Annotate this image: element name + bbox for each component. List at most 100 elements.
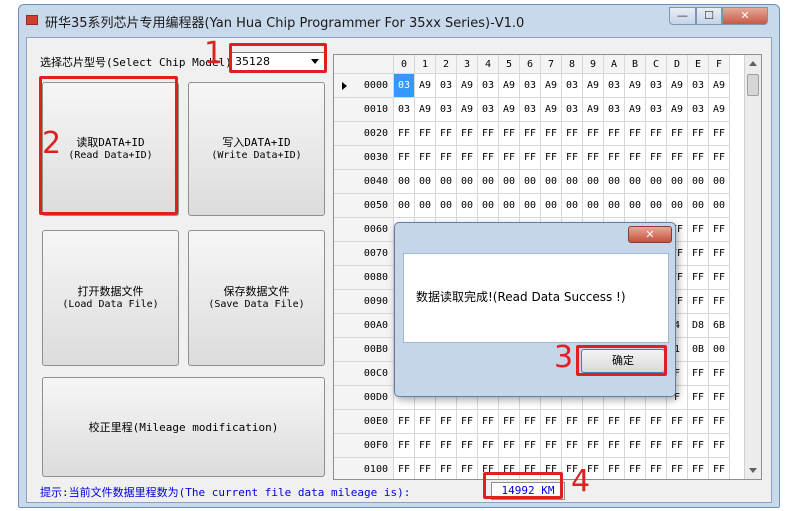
hex-cell[interactable]: 00 xyxy=(394,194,415,218)
hex-cell[interactable]: 03 xyxy=(604,98,625,122)
hex-cell[interactable]: A9 xyxy=(457,74,478,98)
hex-cell[interactable]: 00 xyxy=(394,170,415,194)
hex-cell[interactable]: A9 xyxy=(541,74,562,98)
hex-cell[interactable]: 00 xyxy=(646,194,667,218)
hex-cell[interactable]: FF xyxy=(457,122,478,146)
hex-cell[interactable]: FF xyxy=(394,410,415,434)
hex-cell[interactable]: 00 xyxy=(457,194,478,218)
save-file-button[interactable]: 保存数据文件 (Save Data File) xyxy=(188,230,325,366)
scrollbar-thumb[interactable] xyxy=(747,74,759,96)
hex-cell[interactable]: A9 xyxy=(625,74,646,98)
hex-cell[interactable]: A9 xyxy=(709,98,730,122)
hex-cell[interactable]: FF xyxy=(709,410,730,434)
hex-cell[interactable]: FF xyxy=(394,146,415,170)
hex-cell[interactable]: FF xyxy=(457,458,478,479)
hex-cell[interactable]: A9 xyxy=(541,98,562,122)
dialog-close-button[interactable]: ✕ xyxy=(628,226,672,243)
scroll-down-arrow-icon[interactable] xyxy=(749,468,757,473)
hex-cell[interactable]: 00 xyxy=(688,194,709,218)
hex-cell[interactable]: FF xyxy=(709,290,730,314)
hex-cell[interactable]: A9 xyxy=(499,74,520,98)
hex-cell[interactable]: D8 xyxy=(688,314,709,338)
hex-cell[interactable]: 00 xyxy=(478,194,499,218)
hex-cell[interactable]: FF xyxy=(646,146,667,170)
hex-cell[interactable]: FF xyxy=(520,122,541,146)
hex-cell[interactable]: FF xyxy=(625,410,646,434)
hex-cell[interactable]: A9 xyxy=(709,74,730,98)
hex-cell[interactable]: 00 xyxy=(562,194,583,218)
hex-cell[interactable]: FF xyxy=(625,434,646,458)
hex-cell[interactable]: 00 xyxy=(604,194,625,218)
hex-cell[interactable]: FF xyxy=(457,410,478,434)
hex-cell[interactable]: 00 xyxy=(625,170,646,194)
hex-cell[interactable]: FF xyxy=(688,362,709,386)
hex-cell[interactable]: A9 xyxy=(583,74,604,98)
hex-cell[interactable]: 00 xyxy=(436,170,457,194)
hex-cell[interactable]: 00 xyxy=(646,170,667,194)
hex-cell[interactable]: 03 xyxy=(688,74,709,98)
hex-cell[interactable]: FF xyxy=(499,434,520,458)
hex-cell[interactable]: FF xyxy=(688,434,709,458)
hex-cell[interactable]: 00 xyxy=(583,170,604,194)
hex-cell[interactable]: 6B xyxy=(709,314,730,338)
hex-cell[interactable]: FF xyxy=(667,146,688,170)
hex-cell[interactable]: 03 xyxy=(646,74,667,98)
hex-cell[interactable]: FF xyxy=(667,458,688,479)
hex-cell[interactable]: FF xyxy=(709,122,730,146)
hex-cell[interactable]: FF xyxy=(646,434,667,458)
hex-cell[interactable]: FF xyxy=(625,146,646,170)
hex-cell[interactable]: 00 xyxy=(541,194,562,218)
hex-cell[interactable]: FF xyxy=(415,410,436,434)
hex-cell[interactable]: 03 xyxy=(562,74,583,98)
mileage-modification-button[interactable]: 校正里程(Mileage modification) xyxy=(42,377,325,477)
hex-cell[interactable]: 03 xyxy=(394,74,415,98)
hex-cell[interactable]: FF xyxy=(541,434,562,458)
hex-cell[interactable]: A9 xyxy=(499,98,520,122)
hex-cell[interactable]: 00 xyxy=(709,194,730,218)
hex-cell[interactable]: FF xyxy=(562,146,583,170)
hex-cell[interactable]: FF xyxy=(478,122,499,146)
hex-cell[interactable]: 00 xyxy=(436,194,457,218)
hex-cell[interactable]: FF xyxy=(394,458,415,479)
hex-cell[interactable]: 03 xyxy=(646,98,667,122)
hex-cell[interactable]: A9 xyxy=(583,98,604,122)
hex-cell[interactable]: 00 xyxy=(604,170,625,194)
hex-cell[interactable]: FF xyxy=(520,434,541,458)
hex-cell[interactable]: 00 xyxy=(541,170,562,194)
hex-cell[interactable]: 0B xyxy=(688,338,709,362)
hex-cell[interactable]: FF xyxy=(625,458,646,479)
hex-cell[interactable]: FF xyxy=(583,122,604,146)
hex-cell[interactable]: FF xyxy=(646,410,667,434)
hex-cell[interactable]: FF xyxy=(436,434,457,458)
hex-cell[interactable]: 00 xyxy=(415,170,436,194)
hex-cell[interactable]: 00 xyxy=(583,194,604,218)
hex-cell[interactable]: 03 xyxy=(562,98,583,122)
hex-cell[interactable]: FF xyxy=(709,434,730,458)
hex-cell[interactable]: FF xyxy=(415,458,436,479)
hex-cell[interactable]: 03 xyxy=(520,74,541,98)
hex-cell[interactable]: 03 xyxy=(604,74,625,98)
hex-cell[interactable]: 00 xyxy=(520,194,541,218)
hex-cell[interactable]: FF xyxy=(415,122,436,146)
hex-cell[interactable]: FF xyxy=(604,434,625,458)
hex-cell[interactable]: FF xyxy=(499,410,520,434)
hex-cell[interactable]: FF xyxy=(394,434,415,458)
hex-cell[interactable]: 03 xyxy=(520,98,541,122)
hex-cell[interactable]: FF xyxy=(709,458,730,479)
hex-cell[interactable]: FF xyxy=(688,410,709,434)
hex-cell[interactable]: FF xyxy=(688,290,709,314)
hex-cell[interactable]: A9 xyxy=(625,98,646,122)
hex-cell[interactable]: FF xyxy=(646,122,667,146)
hex-cell[interactable]: FF xyxy=(667,434,688,458)
hex-cell[interactable]: 00 xyxy=(709,338,730,362)
load-file-button[interactable]: 打开数据文件 (Load Data File) xyxy=(42,230,179,366)
hex-cell[interactable]: 00 xyxy=(625,194,646,218)
hex-cell[interactable]: FF xyxy=(499,122,520,146)
hex-cell[interactable]: FF xyxy=(394,122,415,146)
hex-cell[interactable]: 03 xyxy=(394,98,415,122)
hex-cell[interactable]: 03 xyxy=(478,74,499,98)
hex-cell[interactable]: 00 xyxy=(499,194,520,218)
hex-cell[interactable]: FF xyxy=(541,146,562,170)
maximize-button[interactable]: ☐ xyxy=(696,7,722,25)
hex-cell[interactable]: FF xyxy=(709,362,730,386)
